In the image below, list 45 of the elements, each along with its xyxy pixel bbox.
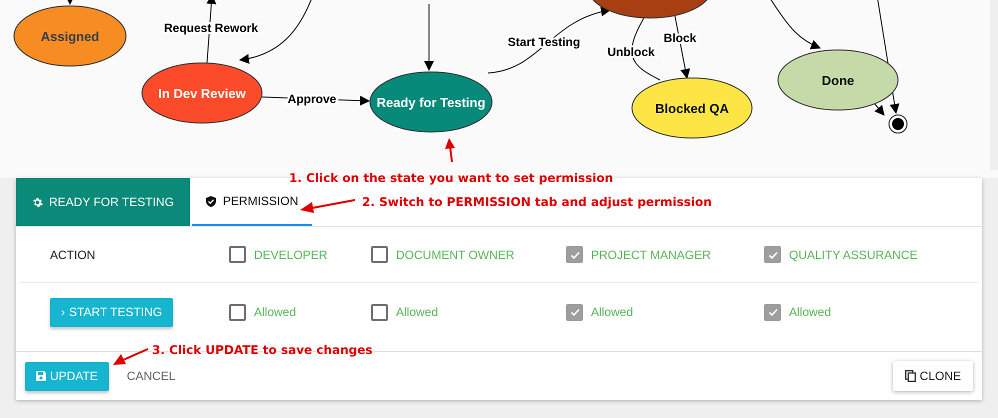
end-state-icon [888,114,908,134]
shield-icon [206,196,216,206]
state-node[interactable] [14,6,126,66]
checkbox[interactable] [566,304,583,320]
pointer-arrow [300,198,356,214]
role-label: DOCUMENT OWNER [396,248,514,262]
checkbox[interactable] [371,304,388,320]
role-label: QUALITY ASSURANCE [789,248,918,262]
checkbox-label: Allowed [789,305,832,319]
check-icon [766,306,778,318]
instruction-note: 3. Click UPDATE to save changes [152,343,373,357]
transition-arrow [768,0,821,50]
checkbox[interactable] [764,246,781,263]
checkbox[interactable] [371,246,388,263]
transition-arrow [65,0,75,5]
checkbox-label: Allowed [396,305,438,319]
state-title-text: READY FOR TESTING [49,195,174,209]
state-node[interactable] [370,72,492,132]
clone-button[interactable]: CLONE [892,361,973,391]
state-node[interactable] [632,78,752,138]
check-icon [568,306,580,318]
checkbox-label: Allowed [591,305,634,319]
checkbox[interactable] [229,246,246,263]
state-label: Assigned [40,29,100,44]
checkbox[interactable] [566,246,583,263]
floppy-icon [36,371,46,381]
role-label: DEVELOPER [254,248,328,262]
transition-arrow [424,4,434,71]
copy-icon [904,370,916,382]
state-label: Blocked QA [655,101,729,116]
role-label: PROJECT MANAGER [591,248,711,262]
gear-icon [32,196,43,208]
state-node[interactable] [778,50,898,110]
checkbox[interactable] [229,304,246,320]
state-node[interactable] [142,62,262,124]
state-label: In Dev Review [158,86,246,101]
pointer-arrow [445,138,455,162]
state-label: Done [822,73,854,88]
instruction-note: 2. Switch to PERMISSION tab and adjust permission [362,195,712,209]
pointer-arrow [113,348,149,366]
column-header: ACTION [50,248,96,262]
cancel-button[interactable]: CANCEL [114,362,188,390]
checkbox-label: Allowed [254,305,296,319]
state-label: Ready for Testing [376,95,486,110]
checkbox[interactable] [764,304,781,320]
